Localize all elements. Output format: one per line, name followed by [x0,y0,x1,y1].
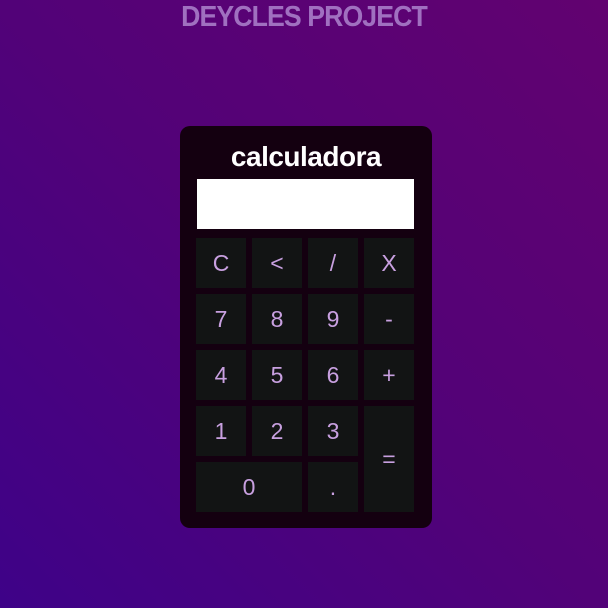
keypad: C < / X 7 8 9 - 4 5 6 + 1 2 3 = 0 . [196,238,414,512]
digit-2-button[interactable]: 2 [252,406,302,456]
divide-button[interactable]: / [308,238,358,288]
digit-0-button[interactable]: 0 [196,462,302,512]
equals-button[interactable]: = [364,406,414,512]
calculator-title: calculadora [230,141,382,172]
calculator-display[interactable] [197,179,414,229]
multiply-button[interactable]: X [364,238,414,288]
backspace-button[interactable]: < [252,238,302,288]
plus-button[interactable]: + [364,350,414,400]
clear-button[interactable]: C [196,238,246,288]
page-title: DEYCLES PROJECT [181,1,428,33]
digit-6-button[interactable]: 6 [308,350,358,400]
digit-5-button[interactable]: 5 [252,350,302,400]
digit-1-button[interactable]: 1 [196,406,246,456]
digit-3-button[interactable]: 3 [308,406,358,456]
decimal-button[interactable]: . [308,462,358,512]
digit-8-button[interactable]: 8 [252,294,302,344]
calculator: calculadora C < / X 7 8 9 - 4 5 6 + 1 2 … [180,126,432,528]
digit-9-button[interactable]: 9 [308,294,358,344]
minus-button[interactable]: - [364,294,414,344]
digit-4-button[interactable]: 4 [196,350,246,400]
digit-7-button[interactable]: 7 [196,294,246,344]
